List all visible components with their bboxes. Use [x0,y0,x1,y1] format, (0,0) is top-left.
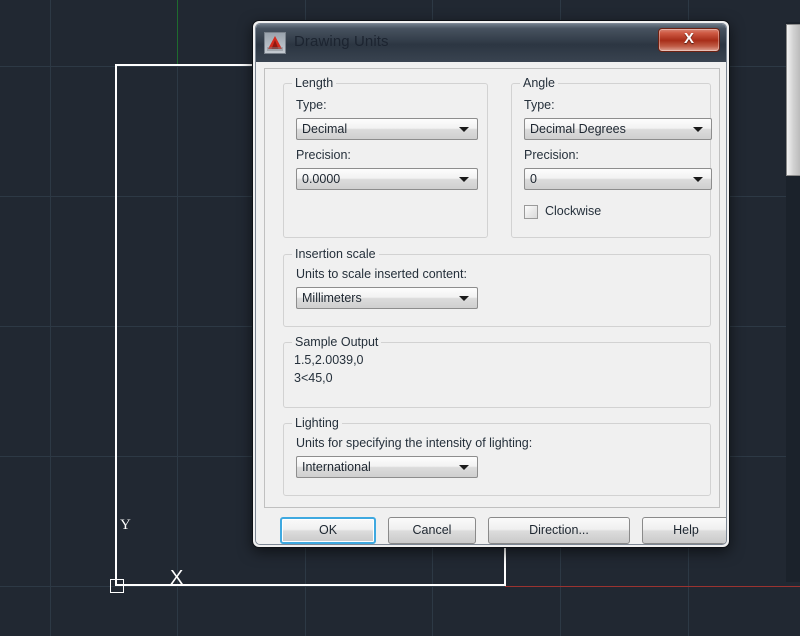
lighting-units-combobox[interactable]: International [296,456,478,478]
dialog-titlebar[interactable]: Drawing Units X [256,24,726,63]
dialog-content-panel: Length Type: Decimal Precision: 0.0000 A… [264,68,720,508]
ucs-x-axis-line [505,586,800,587]
lighting-group-legend: Lighting [292,416,342,430]
insertion-scale-units-combobox[interactable]: Millimeters [296,287,478,309]
ok-button[interactable]: OK [280,517,376,544]
angle-group: Angle Type: Decimal Degrees Precision: 0… [511,76,712,238]
insertion-scale-group: Insertion scale Units to scale inserted … [283,247,711,327]
length-type-combobox[interactable]: Decimal [296,118,478,140]
sample-output-legend: Sample Output [292,335,382,349]
chevron-down-icon [459,127,469,132]
ucs-y-axis-line [177,0,178,66]
length-type-value: Decimal [302,122,348,136]
autocad-logo-icon [264,32,286,54]
length-precision-value: 0.0000 [302,172,341,186]
help-button[interactable]: Help [642,517,726,544]
chevron-down-icon [693,177,703,182]
insertion-scale-units-label: Units to scale inserted content: [296,267,467,281]
chevron-down-icon [459,296,469,301]
sample-output-line-2: 3<45,0 [294,371,333,385]
checkbox-box-icon [524,205,538,219]
cancel-button[interactable]: Cancel [388,517,476,544]
lighting-units-value: International [302,460,371,474]
ucs-origin-marker [110,579,124,593]
ucs-x-label: X [170,567,184,589]
angle-group-legend: Angle [520,76,558,90]
length-type-label: Type: [296,98,327,112]
drawing-units-dialog: Drawing Units X Length Type: Decimal Pre… [252,20,730,548]
grid-line-vertical [50,0,51,636]
direction-button[interactable]: Direction... [488,517,630,544]
dialog-title: Drawing Units [294,33,389,50]
dialog-frame: Drawing Units X Length Type: Decimal Pre… [255,23,727,545]
ucs-y-label: Y [120,517,131,533]
angle-type-combobox[interactable]: Decimal Degrees [524,118,712,140]
length-precision-label: Precision: [296,148,351,162]
length-group: Length Type: Decimal Precision: 0.0000 [283,76,488,238]
angle-type-label: Type: [524,98,555,112]
angle-type-value: Decimal Degrees [530,122,626,136]
sample-output-group: Sample Output 1.5,2.0039,0 3<45,0 [283,335,711,408]
lighting-units-label: Units for specifying the intensity of li… [296,436,533,450]
length-precision-combobox[interactable]: 0.0000 [296,168,478,190]
chevron-down-icon [459,177,469,182]
angle-precision-combobox[interactable]: 0 [524,168,712,190]
close-icon: X [683,30,694,47]
canvas-scrollbar-thumb[interactable] [786,24,800,176]
lighting-group: Lighting Units for specifying the intens… [283,416,711,496]
clockwise-label: Clockwise [545,204,602,218]
drawing-entity-line-left [115,64,117,586]
dialog-body: Length Type: Decimal Precision: 0.0000 A… [256,62,726,544]
angle-precision-label: Precision: [524,148,579,162]
chevron-down-icon [459,465,469,470]
dialog-button-row: OK Cancel Direction... Help [264,517,726,544]
insertion-scale-legend: Insertion scale [292,247,379,261]
close-button[interactable]: X [658,28,720,52]
insertion-scale-units-value: Millimeters [302,291,362,305]
grid-line-vertical [177,0,178,636]
sample-output-line-1: 1.5,2.0039,0 [294,353,364,367]
length-group-legend: Length [292,76,337,90]
chevron-down-icon [693,127,703,132]
angle-precision-value: 0 [530,172,537,186]
